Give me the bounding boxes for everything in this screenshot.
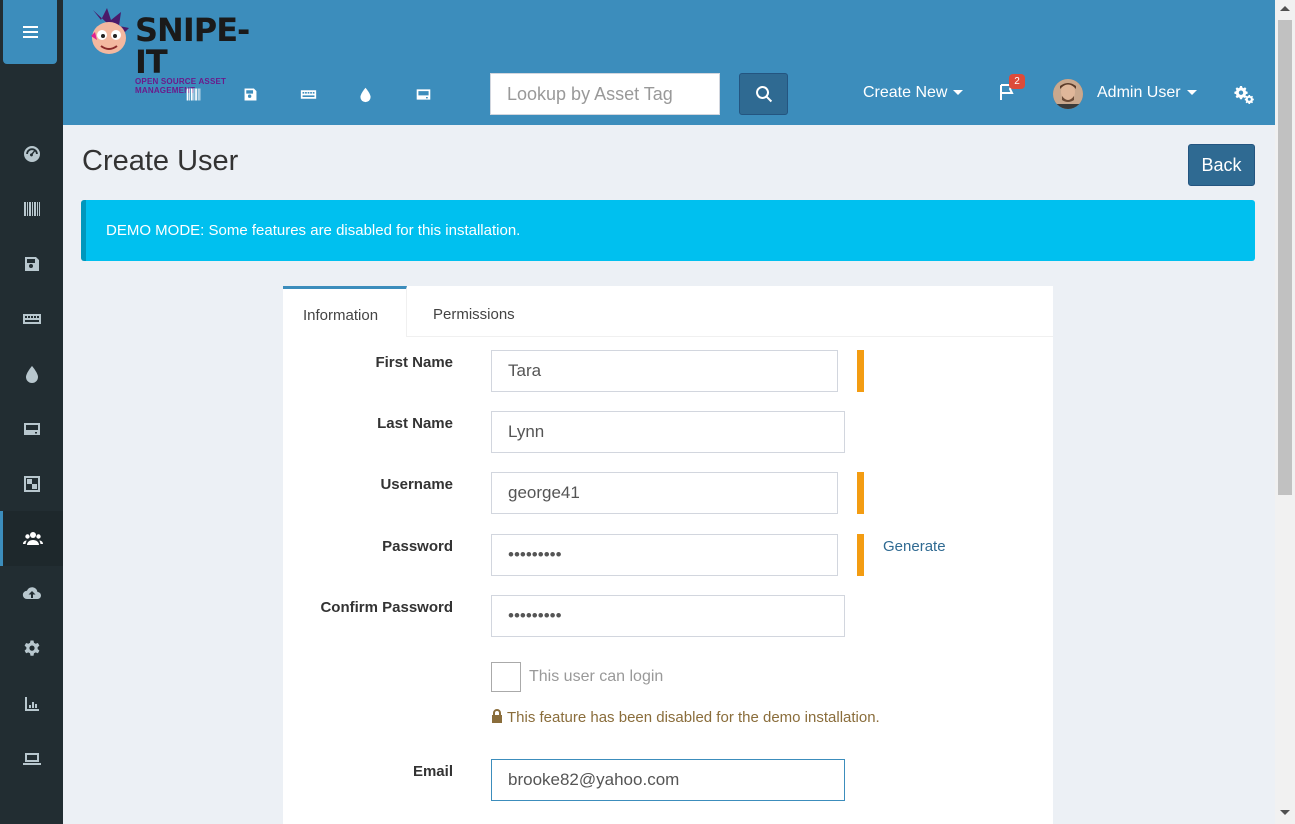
sidebar-item-consumables[interactable] [0,346,63,401]
confirm-password-label: Confirm Password [320,599,453,616]
page-scrollbar[interactable] [1275,0,1295,824]
can-login-checkbox[interactable] [491,662,521,692]
component-icon [416,88,430,100]
form-tabs: Information Permissions [283,286,1053,337]
last-name-field[interactable] [491,411,845,453]
caret-down-icon [953,90,964,96]
settings-icon [24,640,39,656]
confirm-password-field[interactable] [491,595,845,637]
password-field[interactable] [491,534,838,576]
consumable-icon [359,87,371,102]
user-menu-dropdown[interactable]: Admin User [1097,84,1197,102]
required-indicator [857,350,864,392]
nav-assets-button[interactable] [181,82,205,106]
sidebar-item-kits[interactable] [0,456,63,511]
email-label: Email [412,763,453,780]
kits-icon [23,475,40,492]
username-label: Username [380,476,453,493]
logo[interactable]: SNIPE-IT OPEN SOURCE ASSET MANAGEMENT [85,6,250,95]
email-field[interactable] [491,759,845,801]
demo-disabled-note: This feature has been disabled for the d… [491,709,880,726]
search-icon [755,86,772,103]
users-icon [23,531,43,545]
sidebar-item-settings[interactable] [0,621,63,676]
sidebar-item-requestable[interactable] [0,731,63,786]
scrollbar-thumb[interactable] [1278,20,1292,495]
asset-tag-search-input[interactable] [490,73,720,115]
tab-permissions[interactable]: Permissions [413,286,535,337]
reports-icon [24,696,39,711]
component-icon [23,422,40,435]
generate-password-link[interactable]: Generate [883,538,946,555]
license-icon [244,88,256,100]
nav-licenses-button[interactable] [238,82,262,106]
avatar[interactable] [1053,79,1083,109]
keyboard-icon [22,313,41,324]
notification-badge: 2 [1009,74,1025,89]
cloud-upload-icon [22,586,41,599]
consumable-icon [25,365,38,383]
create-user-form-card: Information Permissions First Name Last … [283,286,1053,824]
create-new-label: Create New [863,84,948,101]
sidebar-item-import[interactable] [0,566,63,621]
required-indicator [857,472,864,514]
first-name-field[interactable] [491,350,838,392]
last-name-label: Last Name [377,415,453,432]
sidebar-item-accessories[interactable] [0,291,63,346]
nav-components-button[interactable] [411,82,435,106]
hamburger-icon [22,23,38,41]
username-field[interactable] [491,472,838,514]
sidebar-item-reports[interactable] [0,676,63,731]
cogs-icon [1234,86,1254,104]
page-title: Create User [82,145,239,177]
tab-information[interactable]: Information [283,286,407,337]
dashboard-icon [23,145,40,162]
nav-accessories-button[interactable] [296,82,320,106]
demo-mode-alert: DEMO MODE: Some features are disabled fo… [81,200,1255,261]
logo-title: SNIPE-IT [135,11,250,81]
sidebar-toggle-button[interactable] [3,0,57,64]
caret-down-icon [1186,90,1197,96]
laptop-icon [22,752,41,765]
password-label: Password [382,538,453,555]
sidebar-item-licenses[interactable] [0,236,63,291]
barcode-icon [186,88,200,100]
license-icon [24,256,39,271]
first-name-label: First Name [375,354,453,371]
barcode-icon [23,201,40,216]
sidebar-item-users[interactable] [0,511,63,566]
create-new-dropdown[interactable]: Create New [863,84,964,102]
scroll-up-arrow-icon[interactable] [1280,6,1290,11]
user-name: Admin User [1097,84,1181,101]
logo-mascot-icon [91,8,129,54]
search-button[interactable] [739,73,788,115]
sidebar-item-components[interactable] [0,401,63,456]
sidebar [0,0,63,824]
alert-text: DEMO MODE: Some features are disabled fo… [106,222,521,239]
sidebar-item-dashboard[interactable] [0,126,63,181]
lock-icon [491,709,503,723]
back-button[interactable]: Back [1188,144,1255,186]
sidebar-item-assets[interactable] [0,181,63,236]
scroll-down-arrow-icon[interactable] [1280,810,1290,815]
admin-settings-button[interactable] [1233,83,1257,107]
top-header: SNIPE-IT OPEN SOURCE ASSET MANAGEMENT Cr… [63,0,1275,125]
nav-consumables-button[interactable] [353,82,377,106]
can-login-label: This user can login [529,668,664,685]
required-indicator [857,534,864,576]
keyboard-icon [300,89,316,99]
